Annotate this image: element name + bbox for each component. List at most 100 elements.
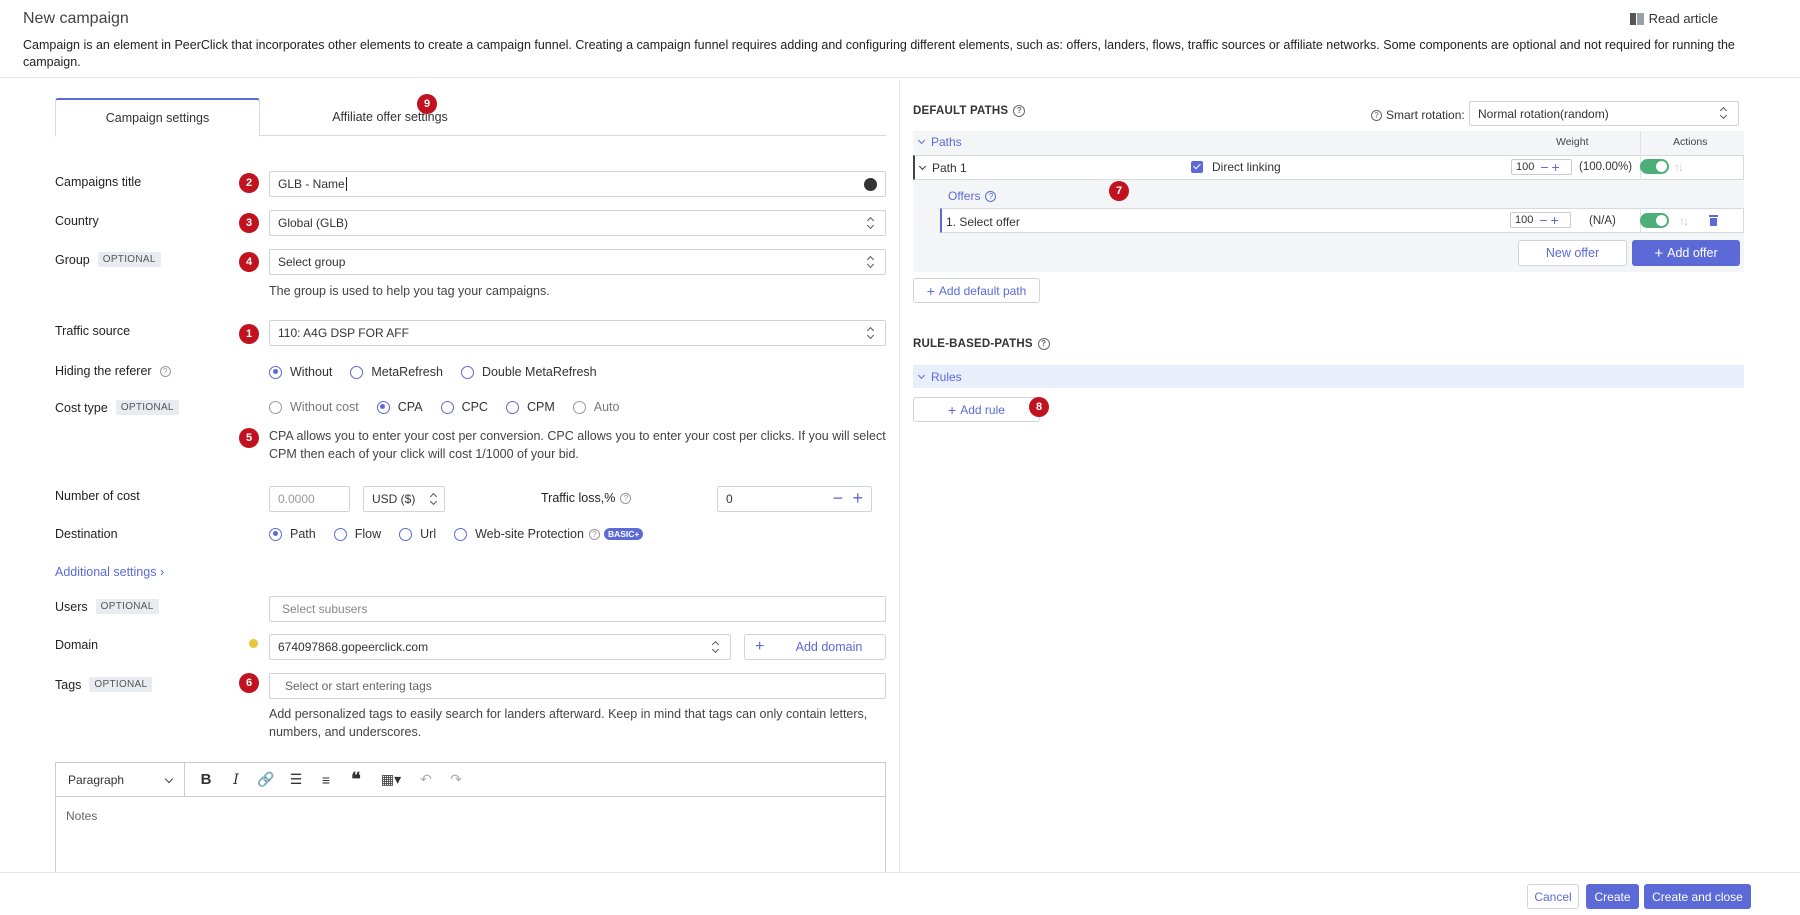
radio-double-metarefresh[interactable]: Double MetaRefresh [460,365,597,379]
help-circle-icon[interactable]: ? [588,528,600,540]
add-domain-button[interactable]: + Add domain [744,634,886,660]
tags-placeholder: Select or start entering tags [285,679,432,693]
radio-circle [269,365,282,379]
group-select[interactable]: Select group [269,249,886,275]
radio-without-cost[interactable]: Without cost [269,400,359,414]
label-text: Campaigns title [55,175,142,189]
offer-row[interactable] [940,208,1744,233]
group-help: The group is used to help you tag your c… [269,284,550,298]
add-offer-button[interactable]: + Add offer [1632,240,1740,266]
path-active-toggle[interactable] [1640,159,1669,174]
link-icon[interactable]: 🔗 [251,763,281,797]
additional-settings-link[interactable]: Additional settings › [55,565,164,579]
path-weight-value: 100 [1516,161,1535,173]
sort-arrows-icon[interactable]: ↑↓ [1674,160,1684,174]
cost-input[interactable]: 0.0000 [269,486,350,512]
marker-3: 3 [239,213,259,233]
hiding-referer-label: Hiding the referer? [55,364,171,378]
direct-linking[interactable]: Direct linking [1191,160,1281,174]
marker-2: 2 [239,173,259,193]
blockquote-icon[interactable]: ❝ [341,763,371,797]
section-title-text: RULE-BASED-PATHS [913,338,1033,350]
chevron-down-icon[interactable] [918,162,927,170]
cancel-button[interactable]: Cancel [1527,884,1579,909]
create-button[interactable]: Create [1586,884,1639,909]
numbered-list-icon[interactable]: ≡ [311,763,341,797]
direct-linking-checkbox[interactable] [1191,161,1203,173]
number-of-cost-label: Number of cost [55,489,140,503]
smart-rotation-select[interactable]: Normal rotation(random) [1469,101,1739,126]
radio-label: CPA [397,400,423,414]
radio-cpc[interactable]: CPC [440,400,488,414]
table-icon[interactable]: ▦▾ [371,763,411,797]
create-and-close-button[interactable]: Create and close [1644,884,1751,909]
smart-rotation-text: Smart rotation: [1386,108,1465,122]
radio-metarefresh[interactable]: MetaRefresh [350,365,443,379]
direct-linking-label: Direct linking [1212,160,1281,174]
radio-cpa[interactable]: CPA [376,400,423,414]
tags-input[interactable]: Select or start entering tags [269,673,886,699]
path-weight-stepper[interactable]: 100 −+ [1511,159,1572,175]
add-default-path-button[interactable]: + Add default path [913,278,1040,303]
bold-icon[interactable]: B [191,763,221,797]
users-select[interactable]: Select subusers [269,596,886,622]
read-article-link[interactable]: Read article [1629,11,1718,26]
undo-icon[interactable]: ↶ [411,763,441,797]
radio-flow[interactable]: Flow [333,527,381,541]
add-rule-button[interactable]: + Add rule [913,397,1040,422]
chevron-right-icon: › [159,565,165,579]
tab-campaign-settings[interactable]: Campaign settings [55,98,260,137]
help-circle-icon[interactable]: ? [1013,105,1026,117]
help-circle-icon[interactable]: ? [159,365,171,377]
radio-website-protection[interactable]: Web-site Protection? BASIC+ [454,527,644,541]
help-circle-icon[interactable]: ? [620,492,632,504]
traffic-loss-stepper[interactable]: 0 − + [717,486,872,512]
rules-header-bar[interactable] [913,365,1744,388]
currency-select[interactable]: USD ($) [363,486,445,512]
offer-weight-stepper[interactable]: 100 −+ [1510,212,1571,228]
paths-header[interactable]: Paths [917,135,962,149]
tab-affiliate-offer-settings[interactable]: Affiliate offer settings [290,98,490,136]
traffic-source-select[interactable]: 110: A4G DSP FOR AFF [269,320,886,346]
redo-icon[interactable]: ↷ [441,763,471,797]
chevron-updown-icon [712,641,720,653]
help-circle-icon[interactable]: ? [985,190,997,202]
rules-header[interactable]: Rules [917,370,962,384]
minus-icon[interactable]: − [833,488,844,508]
bullet-list-icon[interactable]: ☰ [281,763,311,797]
help-circle-icon[interactable]: ? [1037,338,1050,350]
country-select[interactable]: Global (GLB) [269,210,886,236]
traffic-source-value: 110: A4G DSP FOR AFF [278,326,409,340]
sort-arrows-icon[interactable]: ↑↓ [1679,214,1689,228]
plus-icon[interactable]: + [852,488,863,508]
radio-cpm[interactable]: CPM [505,400,555,414]
offer-active-toggle[interactable] [1640,213,1669,228]
paragraph-select[interactable]: Paragraph [56,762,185,797]
plus-icon: + [1654,244,1664,262]
help-circle-icon[interactable]: ? [1371,109,1382,121]
minus-plus-icons[interactable]: −+ [1539,213,1561,227]
chevron-updown-icon [867,327,875,339]
minus-plus-icons[interactable]: −+ [1540,160,1562,174]
traffic-loss-label: Traffic loss,%? [541,491,632,505]
radio-circle [350,365,364,379]
radio-url[interactable]: Url [399,527,436,541]
domain-select[interactable]: 674097868.gopeerclick.com [269,634,731,660]
notes-area[interactable]: Notes [56,797,885,835]
radio-label: CPM [526,400,555,414]
radio-circle [460,365,474,379]
new-offer-button[interactable]: New offer [1518,240,1627,266]
trash-icon[interactable] [1709,215,1718,226]
offers-label: Offers? [948,189,997,203]
italic-icon[interactable]: I [221,763,251,797]
radio-auto[interactable]: Auto [572,400,619,414]
radio-path[interactable]: Path [269,527,316,541]
weight-header: Weight [1556,136,1589,148]
campaigns-title-label: Campaigns title [55,175,141,189]
read-article-label: Read article [1648,11,1718,26]
radio-label: Web-site Protection [475,527,584,541]
default-paths-title: DEFAULT PATHS? [913,105,1026,117]
tags-label: Tags OPTIONAL [55,677,153,692]
radio-without[interactable]: Without [269,365,332,379]
campaigns-title-input[interactable]: GLB - Name [269,171,886,197]
